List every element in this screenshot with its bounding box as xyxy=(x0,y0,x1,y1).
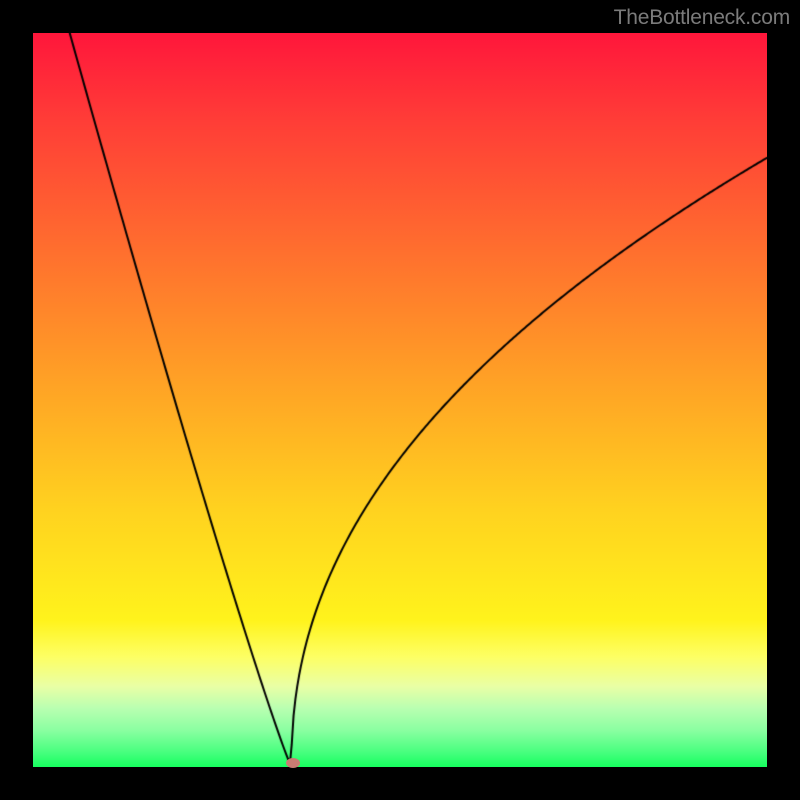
watermark-text: TheBottleneck.com xyxy=(614,6,790,30)
chart-stage: TheBottleneck.com xyxy=(0,0,800,800)
optimum-marker xyxy=(286,758,300,768)
bottleneck-curve xyxy=(33,33,767,767)
plot-area xyxy=(33,33,767,767)
